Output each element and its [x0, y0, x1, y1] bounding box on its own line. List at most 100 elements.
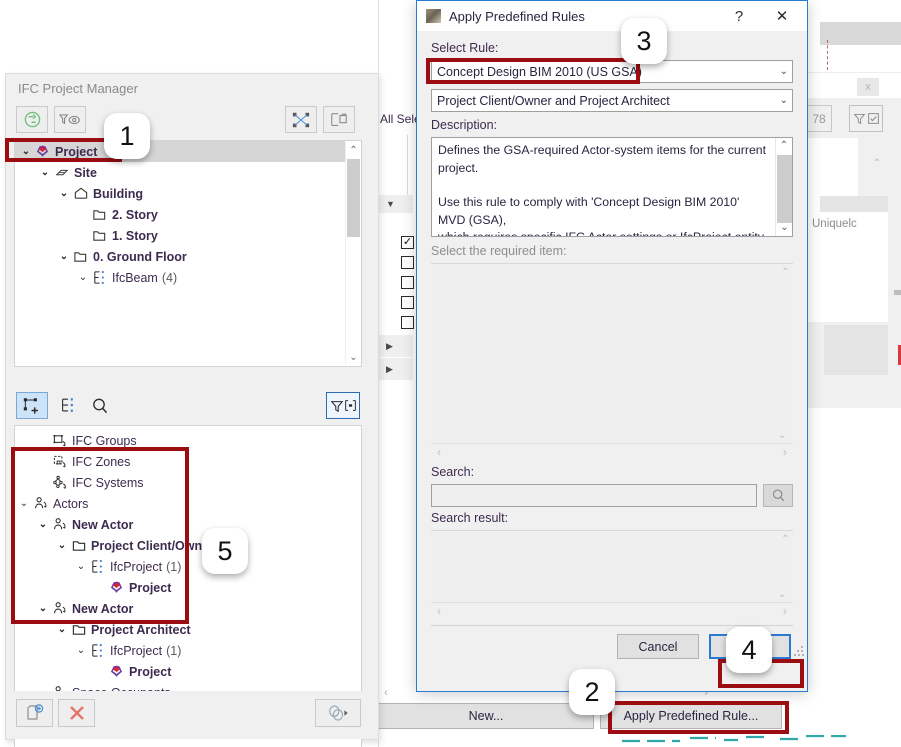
tree-row[interactable]: 1. Story	[15, 225, 345, 246]
search-result-scrollbar[interactable]: ⌃ ⌄	[778, 531, 793, 602]
tree-row[interactable]: 2. Story	[15, 204, 345, 225]
chevron-down-icon[interactable]: ⌄	[74, 645, 88, 656]
background-expand-row[interactable]: ▶	[378, 358, 413, 380]
background-checkbox[interactable]	[401, 296, 414, 309]
background-right-scroll-up-icon[interactable]: ⌃	[869, 158, 885, 172]
project-tree-scrollbar[interactable]: ⌃ ⌄	[345, 142, 360, 365]
scroll-down-icon[interactable]: ⌄	[346, 349, 361, 365]
scroll-left-icon[interactable]: ‹	[437, 604, 441, 618]
close-icon[interactable]: ✕	[765, 5, 799, 27]
search-button-icon[interactable]	[763, 484, 793, 507]
background-close-icon[interactable]: x	[857, 78, 879, 96]
new-item-icon[interactable]	[16, 392, 48, 419]
background-expand-row[interactable]: ▶	[378, 335, 413, 357]
classification-tree-toolbar	[6, 387, 378, 425]
chevron-down-icon[interactable]: ⌄	[76, 272, 90, 283]
apply-predefined-rule-button[interactable]: Apply Predefined Rule...	[600, 703, 782, 729]
rule-select[interactable]: Concept Design BIM 2010 (US GSA) ⌄	[431, 60, 793, 83]
scroll-down-icon[interactable]: ⌄	[778, 427, 786, 443]
scroll-up-icon[interactable]: ⌃	[778, 264, 793, 280]
required-item-hscrollbar[interactable]: ‹ ›	[431, 443, 793, 460]
scroll-thumb[interactable]	[347, 159, 360, 237]
project-tree[interactable]: ⌄ Project ⌄ Site ⌄ Building 2. Story 1. …	[14, 140, 362, 367]
tree-row[interactable]: IFC Systems	[15, 472, 357, 493]
background-checkbox-checked[interactable]: ✓	[401, 236, 414, 249]
project-tree-toolbar	[6, 101, 378, 140]
export-selection-icon[interactable]	[323, 106, 355, 133]
project-icon	[107, 664, 126, 679]
filter-settings-icon[interactable]	[326, 392, 360, 419]
chevron-down-icon[interactable]: ⌄	[38, 167, 52, 178]
tree-row[interactable]: ⌄ Building	[15, 183, 345, 204]
chevron-down-icon[interactable]: ⌄	[57, 251, 71, 262]
background-checkbox[interactable]	[401, 276, 414, 289]
scroll-left-icon[interactable]: ‹	[437, 445, 441, 459]
tree-row[interactable]: ⌄ IfcProject (1)	[15, 640, 357, 661]
resize-grip[interactable]	[794, 646, 804, 656]
scroll-up-icon[interactable]: ⌃	[776, 138, 792, 154]
tree-row[interactable]: ⌄ Project	[15, 141, 345, 162]
delete-x-icon[interactable]	[58, 699, 95, 727]
tree-row-count: (4)	[161, 270, 178, 285]
background-unique-label: Uniquelc	[812, 218, 857, 230]
site-icon	[52, 166, 71, 180]
scroll-right-icon[interactable]: ›	[783, 604, 787, 618]
description-scrollbar[interactable]: ⌃ ⌄	[775, 138, 792, 236]
chevron-down-icon[interactable]: ⌄	[36, 519, 50, 530]
tree-row[interactable]: ⌄ New Actor	[15, 598, 357, 619]
description-textbox[interactable]: Defines the GSA-required Actor-system it…	[431, 137, 793, 237]
tree-row[interactable]: ⌄ Project Architect	[15, 619, 357, 640]
tree-row[interactable]: ⌄ Project Client/Owner	[15, 535, 357, 556]
background-checkbox[interactable]	[401, 316, 414, 329]
tree-row[interactable]: IFC Groups	[15, 430, 357, 451]
background-collapse-caret[interactable]: ▼	[378, 195, 413, 213]
dialog-titlebar[interactable]: Apply Predefined Rules ? ✕	[417, 1, 807, 31]
scroll-right-icon[interactable]: ›	[783, 445, 787, 459]
tree-row-label: New Actor	[72, 601, 134, 616]
chevron-down-icon[interactable]: ⌄	[57, 188, 71, 199]
chevron-down-icon[interactable]: ⌄	[55, 624, 69, 635]
chevron-down-icon[interactable]: ⌄	[74, 561, 88, 572]
required-item-listbox[interactable]: ⌃ ⌄	[431, 263, 793, 443]
select-elements-icon[interactable]	[285, 106, 317, 133]
search-input[interactable]	[431, 484, 757, 507]
tree-row[interactable]: ⌄ New Actor	[15, 514, 357, 535]
tree-row[interactable]: ⌄ 0. Ground Floor	[15, 246, 345, 267]
filter-eye-icon[interactable]	[54, 106, 86, 133]
chevron-down-icon[interactable]: ⌄	[19, 146, 33, 157]
background-filter-checkbox-icon[interactable]	[849, 105, 883, 132]
scroll-down-icon[interactable]: ⌄	[776, 220, 792, 236]
tree-row[interactable]: ⌄ Actors	[15, 493, 357, 514]
help-icon[interactable]: ?	[727, 5, 751, 27]
chevron-down-icon[interactable]: ⌄	[55, 540, 69, 551]
search-icon[interactable]	[84, 392, 116, 419]
background-expand-rows[interactable]: ▶ ▶	[378, 335, 413, 381]
scroll-thumb[interactable]	[777, 155, 792, 223]
background-center-card	[380, 135, 408, 195]
chevron-down-icon[interactable]: ⌄	[36, 603, 50, 614]
new-document-icon[interactable]	[16, 699, 53, 727]
preview-more-icon[interactable]	[315, 699, 361, 727]
new-button[interactable]: New...	[378, 703, 594, 729]
cancel-button[interactable]: Cancel	[617, 634, 699, 659]
search-result-hscrollbar[interactable]: ‹ ›	[431, 602, 793, 619]
subrule-select[interactable]: Project Client/Owner and Project Archite…	[431, 89, 793, 112]
tree-row[interactable]: ⌄ Site	[15, 162, 345, 183]
background-checkbox[interactable]	[401, 256, 414, 269]
required-item-scrollbar[interactable]: ⌃ ⌄	[778, 264, 793, 443]
tree-row[interactable]: Project	[15, 577, 357, 598]
scroll-up-icon[interactable]: ⌃	[778, 531, 793, 547]
tree-row[interactable]: Project	[15, 661, 357, 682]
chevron-down-icon[interactable]: ⌄	[17, 498, 31, 509]
background-right-row-a	[820, 196, 888, 212]
refresh-icon[interactable]	[16, 106, 48, 133]
tree-row[interactable]: ⌄ IfcProject (1)	[15, 556, 357, 577]
tree-list-icon[interactable]	[52, 392, 84, 419]
tree-row[interactable]: ⌄ IfcBeam (4)	[15, 267, 345, 288]
search-result-listbox[interactable]: ⌃ ⌄	[431, 530, 793, 602]
callout-badge-1: 1	[104, 113, 150, 159]
tree-row[interactable]: IFC Zones	[15, 451, 357, 472]
scroll-down-icon[interactable]: ⌄	[778, 586, 786, 602]
background-count-button[interactable]: 78	[806, 105, 832, 132]
scroll-up-icon[interactable]: ⌃	[346, 142, 361, 158]
